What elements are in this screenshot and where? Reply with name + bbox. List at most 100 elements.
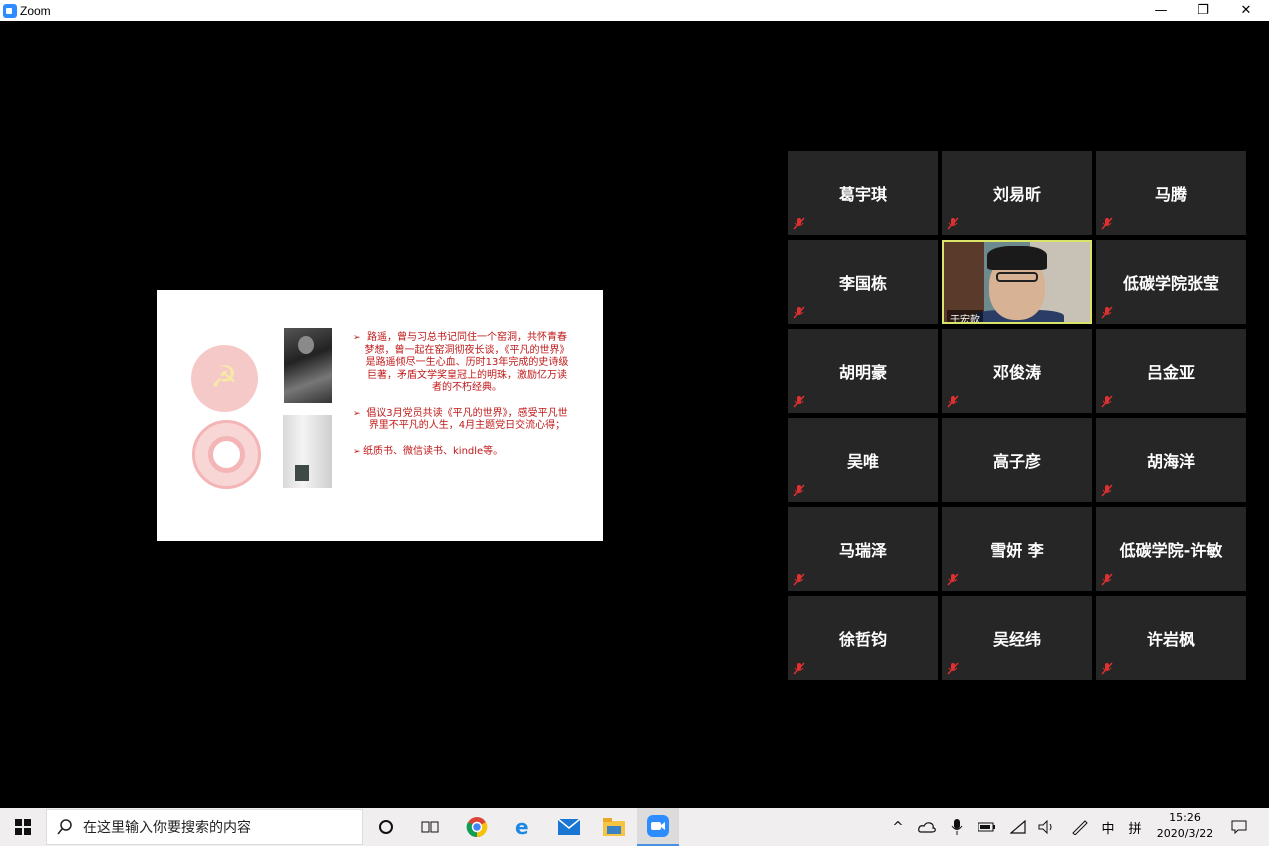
- show-hidden-icons-button[interactable]: ^: [888, 808, 908, 846]
- clock-date: 2020/3/22: [1156, 827, 1214, 840]
- muted-mic-icon: [947, 662, 959, 675]
- participant-name: 吴经纬: [992, 630, 1041, 649]
- slide-bullet: 纸质书、微信读书、kindle等。: [353, 446, 571, 459]
- muted-mic-icon: [793, 217, 805, 230]
- wifi-icon[interactable]: [1006, 808, 1030, 846]
- taskbar-search-box[interactable]: 在这里输入你要搜索的内容: [46, 809, 363, 845]
- mail-taskbar-button[interactable]: [548, 808, 590, 846]
- muted-mic-icon: [947, 573, 959, 586]
- volume-icon[interactable]: [1035, 808, 1059, 846]
- muted-mic-icon: [1101, 484, 1113, 497]
- university-seal-icon: [192, 420, 261, 489]
- edge-icon: e: [515, 817, 529, 837]
- title-bar: Zoom — ❐ ✕: [0, 0, 1269, 21]
- svg-text:e: e: [515, 817, 529, 837]
- close-button[interactable]: ✕: [1223, 0, 1269, 21]
- participant-tile[interactable]: 吴经纬: [942, 596, 1092, 680]
- start-button[interactable]: [0, 808, 46, 846]
- participant-tile[interactable]: 徐哲钧: [788, 596, 938, 680]
- chrome-icon: [466, 817, 488, 838]
- zoom-taskbar-button[interactable]: [637, 808, 679, 846]
- search-placeholder: 在这里输入你要搜索的内容: [83, 820, 251, 836]
- participant-name: 刘易昕: [992, 185, 1041, 204]
- maximize-button[interactable]: ❐: [1180, 0, 1226, 21]
- muted-mic-icon: [1101, 573, 1113, 586]
- file-explorer-taskbar-button[interactable]: [593, 808, 635, 846]
- participant-tile[interactable]: 刘易昕: [942, 151, 1092, 235]
- participant-tile[interactable]: 马腾: [1096, 151, 1246, 235]
- participant-tile[interactable]: 李国栋: [788, 240, 938, 324]
- participant-tile[interactable]: 吴唯: [788, 418, 938, 502]
- slide-bullet: 倡议3月党员共读《平凡的世界》，感受平凡世界里不平凡的人生，4月主题党日交流心得…: [353, 408, 571, 433]
- participant-tile[interactable]: 高子彦: [942, 418, 1092, 502]
- muted-mic-icon: [947, 395, 959, 408]
- participant-name: 葛宇琪: [838, 185, 887, 204]
- participant-name: 邓俊涛: [992, 363, 1041, 382]
- participant-tile[interactable]: 许岩枫: [1096, 596, 1246, 680]
- muted-mic-icon: [793, 395, 805, 408]
- participant-tile[interactable]: 马瑞泽: [788, 507, 938, 591]
- clock-time: 15:26: [1169, 811, 1201, 824]
- muted-mic-icon: [947, 217, 959, 230]
- muted-mic-icon: [793, 484, 805, 497]
- participant-name: 吕金亚: [1146, 363, 1195, 382]
- participant-video-tile[interactable]: 于宏款: [942, 240, 1092, 324]
- participant-name: 雪妍 李: [990, 541, 1044, 560]
- slide-bullet: 路遥，曾与习总书记同住一个窑洞，共怀青春梦想，曾一起在窑洞彻夜长谈，《平凡的世界…: [353, 332, 571, 395]
- participant-tile[interactable]: 低碳学院-许敏: [1096, 507, 1246, 591]
- microphone-icon[interactable]: [946, 808, 968, 846]
- cortana-icon: [379, 820, 393, 834]
- pen-ink-icon[interactable]: [1068, 808, 1092, 846]
- participant-name: 高子彦: [992, 452, 1041, 471]
- participant-tile[interactable]: 葛宇琪: [788, 151, 938, 235]
- participant-tile[interactable]: 雪妍 李: [942, 507, 1092, 591]
- zoom-app-icon: [3, 3, 17, 18]
- action-center-button[interactable]: [1224, 808, 1254, 846]
- muted-mic-icon: [1101, 217, 1113, 230]
- book-set-image: [283, 415, 332, 488]
- muted-mic-icon: [793, 306, 805, 319]
- edge-taskbar-button[interactable]: e: [502, 808, 544, 846]
- windows-icon: [15, 819, 31, 835]
- mail-icon: [558, 819, 580, 835]
- minimize-button[interactable]: —: [1138, 0, 1184, 21]
- cortana-button[interactable]: [365, 808, 407, 846]
- participant-name: 低碳学院张莹: [1122, 274, 1219, 293]
- muted-mic-icon: [1101, 395, 1113, 408]
- author-photo: [284, 328, 332, 403]
- taskbar-clock[interactable]: 15:26 2020/3/22: [1150, 810, 1220, 842]
- onedrive-icon[interactable]: [916, 808, 938, 846]
- muted-mic-icon: [1101, 306, 1113, 319]
- participant-name: 于宏款: [947, 310, 983, 322]
- participant-tile[interactable]: 低碳学院张莹: [1096, 240, 1246, 324]
- folder-icon: [603, 818, 625, 836]
- task-view-button[interactable]: [409, 808, 451, 846]
- shared-screen-slide: ☭ 路遥，曾与习总书记同住一个窑洞，共怀青春梦想，曾一起在窑洞彻夜长谈，《平凡的…: [157, 290, 603, 541]
- ime-mode-button[interactable]: 拼: [1124, 808, 1146, 846]
- muted-mic-icon: [1101, 662, 1113, 675]
- participant-name: 马腾: [1154, 185, 1187, 204]
- participant-name: 马瑞泽: [838, 541, 887, 560]
- muted-mic-icon: [793, 662, 805, 675]
- zoom-icon: [647, 815, 669, 837]
- participant-tile[interactable]: 胡海洋: [1096, 418, 1246, 502]
- ime-language-button[interactable]: 中: [1097, 808, 1119, 846]
- participant-name: 吴唯: [846, 452, 879, 471]
- participant-tile[interactable]: 胡明豪: [788, 329, 938, 413]
- meeting-stage: ☭ 路遥，曾与习总书记同住一个窑洞，共怀青春梦想，曾一起在窑洞彻夜长谈，《平凡的…: [0, 21, 1269, 808]
- participant-tile[interactable]: 邓俊涛: [942, 329, 1092, 413]
- battery-icon[interactable]: [976, 808, 998, 846]
- window-title: Zoom: [20, 3, 51, 18]
- participant-name: 徐哲钧: [838, 630, 887, 649]
- participant-name: 胡明豪: [838, 363, 887, 382]
- taskbar: 在这里输入你要搜索的内容 e ^ 中 拼 15:26 2020/3/22: [0, 808, 1269, 846]
- participant-name: 李国栋: [838, 274, 887, 293]
- notification-icon: [1231, 820, 1247, 834]
- search-icon: [57, 819, 72, 835]
- chrome-taskbar-button[interactable]: [456, 808, 498, 846]
- participant-name: 低碳学院-许敏: [1119, 541, 1223, 560]
- party-emblem-icon: ☭: [191, 345, 258, 412]
- participant-name: 胡海洋: [1146, 452, 1195, 471]
- slide-text: 路遥，曾与习总书记同住一个窑洞，共怀青春梦想，曾一起在窑洞彻夜长谈，《平凡的世界…: [353, 332, 571, 471]
- participant-tile[interactable]: 吕金亚: [1096, 329, 1246, 413]
